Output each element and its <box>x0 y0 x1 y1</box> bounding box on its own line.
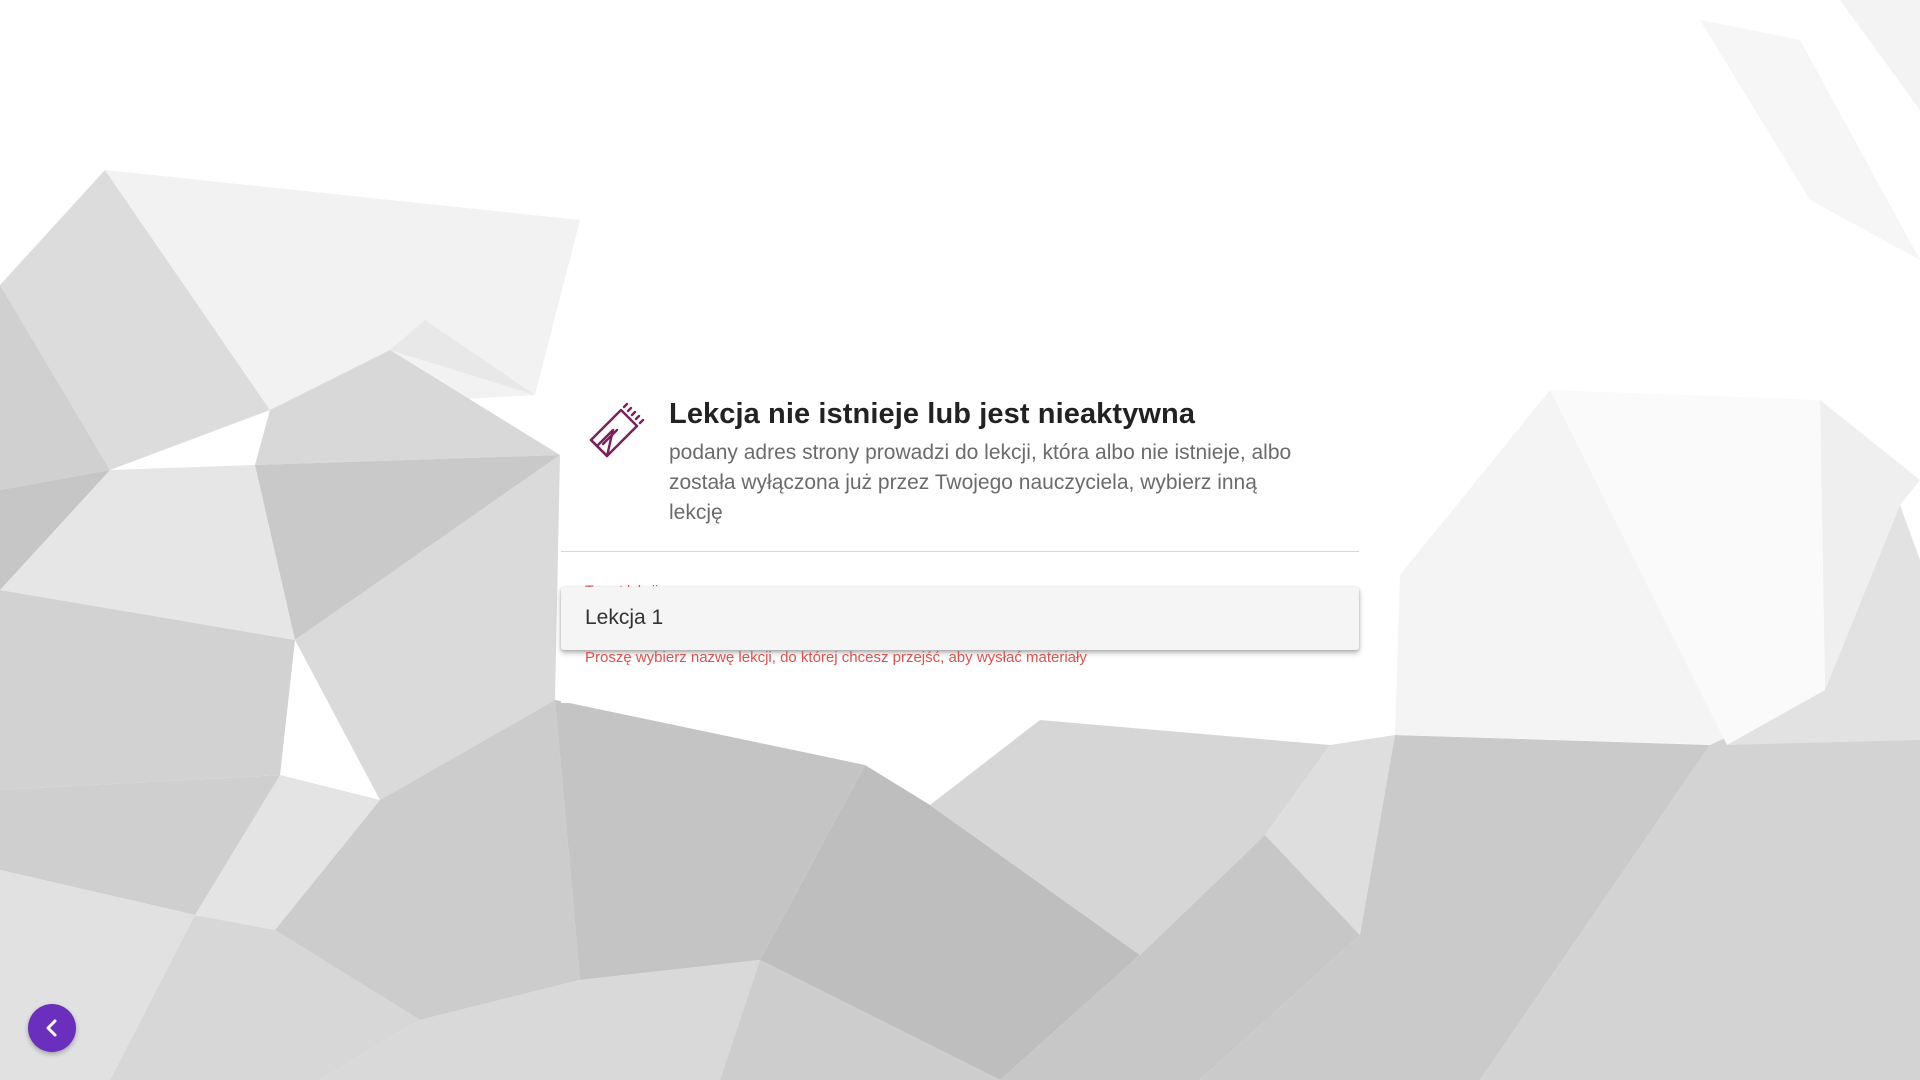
card-header: Lekcja nie istnieje lub jest nieaktywna … <box>561 376 1359 552</box>
chevron-left-icon <box>46 1019 57 1037</box>
lesson-card: Lekcja nie istnieje lub jest nieaktywna … <box>561 376 1359 703</box>
dropdown-option-lekcja-1[interactable]: Lekcja 1 <box>585 606 663 630</box>
card-description: podany adres strony prowadzi do lekcji, … <box>669 441 1292 524</box>
page: Lekcja nie istnieje lub jest nieaktywna … <box>0 0 1920 1080</box>
card-title: Lekcja nie istnieje lub jest nieaktywna <box>669 398 1196 430</box>
lesson-field-error: Proszę wybierz nazwę lekcji, do której c… <box>585 649 1087 666</box>
notebook-pen-icon <box>589 402 645 458</box>
lesson-select-dropdown[interactable]: Lekcja 1 <box>561 587 1359 650</box>
back-button[interactable] <box>28 1004 76 1052</box>
